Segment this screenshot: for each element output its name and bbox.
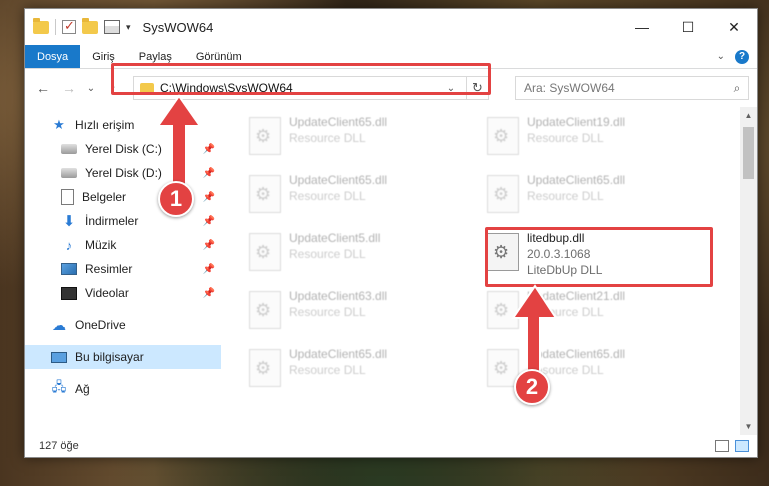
pin-icon[interactable]: 📌	[203, 192, 215, 203]
window-title: SysWOW64	[142, 19, 214, 35]
file-description: LiteDbUp DLL	[527, 263, 603, 277]
download-icon: ⬇	[62, 213, 76, 230]
large-icons-view-icon[interactable]	[735, 440, 749, 452]
dll-file-icon	[249, 175, 281, 213]
scroll-down-icon[interactable]: ▼	[740, 418, 757, 435]
minimize-button[interactable]: —	[619, 9, 665, 45]
sidebar-item-network[interactable]: 🖧 Ağ	[25, 377, 221, 401]
list-item[interactable]: UpdateClient65.dllResource DLL	[249, 171, 469, 225]
file-version: 20.0.3.1068	[527, 247, 591, 261]
network-icon: 🖧	[51, 379, 67, 394]
item-count: 127 öğe	[39, 440, 79, 452]
dll-file-icon	[487, 117, 519, 155]
folder-icon[interactable]	[33, 17, 49, 34]
expand-ribbon-icon[interactable]: ⌄	[717, 51, 725, 62]
pin-icon[interactable]: 📌	[203, 144, 215, 155]
disk-icon	[61, 168, 77, 178]
folder-icon	[140, 82, 154, 94]
quick-access-toolbar: ▾	[33, 17, 131, 35]
navigation-bar: ← → ⌄ ↑ C:\Windows\SysWOW64 ⌄ ↻ Ara: Sys…	[25, 69, 757, 107]
explorer-window: ▾ SysWOW64 — ☐ ✕ Dosya Giriş Paylaş Görü…	[24, 8, 758, 458]
sidebar-item-downloads[interactable]: ⬇ İndirmeler 📌	[25, 209, 221, 233]
pin-icon[interactable]: 📌	[203, 288, 215, 299]
sidebar-item-pictures[interactable]: Resimler 📌	[25, 257, 221, 281]
list-item-litedbup[interactable]: litedbup.dll 20.0.3.1068 LiteDbUp DLL	[487, 229, 707, 283]
recent-locations-button[interactable]: ⌄	[85, 83, 97, 94]
sidebar-item-disk-c[interactable]: Yerel Disk (C:) 📌	[25, 137, 221, 161]
step-badge-1: 1	[158, 181, 194, 217]
search-placeholder: Ara: SysWOW64	[524, 81, 615, 95]
tab-file[interactable]: Dosya	[25, 45, 81, 68]
sidebar-item-this-pc[interactable]: Bu bilgisayar	[25, 345, 221, 369]
document-icon	[61, 189, 74, 205]
pin-icon[interactable]: 📌	[203, 216, 215, 227]
status-bar: 127 öğe	[25, 435, 757, 457]
scrollbar-thumb[interactable]	[743, 127, 754, 179]
forward-button[interactable]: →	[59, 80, 79, 96]
ribbon-tabs: Dosya Giriş Paylaş Görünüm ⌄ ?	[25, 45, 757, 69]
dll-file-icon	[249, 117, 281, 155]
list-item[interactable]: UpdateClient21.dllResource DLL	[487, 287, 707, 341]
file-list: UpdateClient65.dllResource DLL UpdateCli…	[221, 107, 740, 435]
pictures-icon	[61, 263, 77, 275]
tab-share[interactable]: Paylaş	[127, 45, 184, 68]
sidebar-item-onedrive[interactable]: ☁ OneDrive	[25, 313, 221, 337]
address-path[interactable]: C:\Windows\SysWOW64	[160, 81, 293, 95]
search-icon[interactable]: ⌕	[726, 81, 748, 96]
video-icon	[61, 286, 77, 300]
disk-icon	[61, 144, 77, 154]
dll-file-icon	[487, 233, 519, 271]
list-item[interactable]: UpdateClient65.dllResource DLL	[249, 345, 469, 399]
sidebar-item-disk-d[interactable]: Yerel Disk (D:) 📌	[25, 161, 221, 185]
list-item[interactable]: UpdateClient63.dllResource DLL	[249, 287, 469, 341]
music-icon: ♪	[65, 237, 73, 253]
sidebar-item-videos[interactable]: Videolar 📌	[25, 281, 221, 305]
step-badge-2: 2	[514, 369, 550, 405]
pin-icon[interactable]: 📌	[203, 264, 215, 275]
help-icon[interactable]: ?	[735, 49, 749, 64]
maximize-button[interactable]: ☐	[665, 9, 711, 45]
navigation-pane: ★ Hızlı erişim Yerel Disk (C:) 📌 Yerel D…	[25, 107, 221, 435]
close-button[interactable]: ✕	[711, 9, 757, 45]
up-button[interactable]: ↑	[103, 80, 123, 96]
star-icon: ★	[53, 117, 65, 132]
list-item[interactable]: UpdateClient65.dllResource DLL	[249, 113, 469, 167]
back-button[interactable]: ←	[33, 80, 53, 96]
dll-file-icon	[249, 233, 281, 271]
search-input[interactable]: Ara: SysWOW64 ⌕	[515, 76, 749, 100]
tab-view[interactable]: Görünüm	[184, 45, 254, 68]
customize-icon[interactable]	[104, 20, 120, 34]
tab-home[interactable]: Giriş	[80, 45, 127, 68]
dll-file-icon	[487, 291, 519, 329]
pin-icon[interactable]: 📌	[203, 168, 215, 179]
details-view-icon[interactable]	[715, 440, 729, 452]
dll-file-icon	[487, 175, 519, 213]
vertical-scrollbar[interactable]: ▲ ▼	[740, 107, 757, 435]
properties-check-icon[interactable]	[62, 18, 76, 34]
dll-file-icon	[249, 291, 281, 329]
dll-file-icon	[249, 349, 281, 387]
computer-icon	[51, 351, 67, 363]
main-content: ★ Hızlı erişim Yerel Disk (C:) 📌 Yerel D…	[25, 107, 757, 435]
list-item[interactable]: UpdateClient5.dllResource DLL	[249, 229, 469, 283]
refresh-icon[interactable]: ↻	[466, 77, 488, 99]
address-bar[interactable]: C:\Windows\SysWOW64 ⌄ ↻	[133, 76, 489, 100]
sidebar-item-music[interactable]: ♪ Müzik 📌	[25, 233, 221, 257]
file-name: litedbup.dll	[527, 231, 585, 245]
pin-icon[interactable]: 📌	[203, 240, 215, 251]
scroll-up-icon[interactable]: ▲	[740, 107, 757, 124]
list-item[interactable]: UpdateClient19.dllResource DLL	[487, 113, 707, 167]
address-dropdown-icon[interactable]: ⌄	[442, 83, 460, 94]
list-item[interactable]: UpdateClient65.dllResource DLL	[487, 171, 707, 225]
new-folder-icon[interactable]	[82, 17, 98, 34]
chevron-down-icon[interactable]: ▾	[126, 22, 131, 33]
cloud-icon: ☁	[52, 316, 66, 333]
title-bar: ▾ SysWOW64 — ☐ ✕	[25, 9, 757, 45]
sidebar-item-quick-access[interactable]: ★ Hızlı erişim	[25, 113, 221, 137]
